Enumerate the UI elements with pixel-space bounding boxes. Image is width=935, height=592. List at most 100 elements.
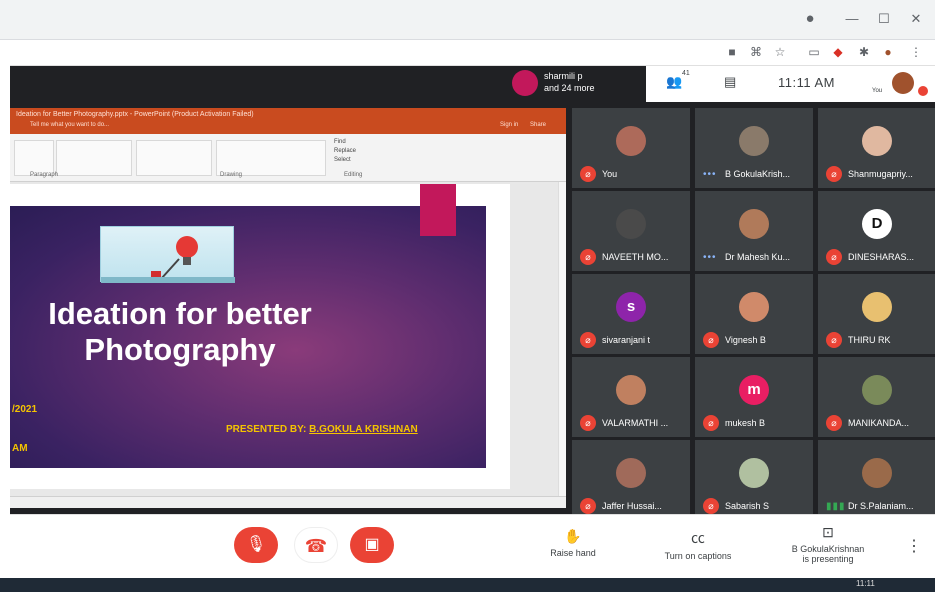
participant-avatar (616, 458, 646, 488)
ribbon-shapes-gallery[interactable] (136, 140, 212, 176)
tell-me-box[interactable]: Tell me what you want to do... (30, 122, 109, 128)
ribbon-font-group[interactable] (14, 140, 54, 176)
puzzle-icon[interactable]: ✱ (856, 44, 872, 60)
participants-summary[interactable]: sharmili p and 24 more (544, 70, 595, 94)
ribbon-paragraph-label: Paragraph (30, 172, 59, 178)
people-icon[interactable]: 👥 (666, 74, 682, 90)
presenter-name: B.GOKULA KRISHNAN (309, 424, 418, 435)
participants-summary-name: sharmili p (544, 71, 583, 81)
self-label: You (872, 88, 883, 94)
mic-off-icon: ⌀ (580, 332, 596, 348)
present-screen-icon: ⊡ (822, 524, 834, 540)
captions-icon: ㏄ (691, 530, 705, 546)
maximize-button[interactable]: ☐ (874, 10, 894, 28)
self-avatar[interactable] (892, 72, 914, 94)
leave-call-button[interactable]: ☎ (294, 527, 338, 563)
menu-icon[interactable]: ⋮ (908, 44, 924, 60)
participant-tile[interactable]: ⌀ MANIKANDA... (818, 357, 935, 437)
ribbon-arrange-group[interactable] (216, 140, 326, 176)
slide-scrollbar[interactable] (558, 182, 566, 496)
participant-avatar (616, 126, 646, 156)
share-button[interactable]: Share (530, 122, 546, 128)
presenting-status[interactable]: ⊡ B GokulaKrishnan is presenting (776, 524, 880, 564)
participant-name: Jaffer Hussai... (602, 501, 662, 511)
close-button[interactable]: ✕ (906, 10, 926, 28)
ribbon-editing-group[interactable]: Find Replace Select (334, 138, 356, 165)
participant-tile[interactable]: D ⌀ DINESHARAS... (818, 191, 935, 271)
participant-tile[interactable]: ⌀ THIRU RK (818, 274, 935, 354)
lightbulb-illustration-icon (101, 236, 235, 283)
shield-icon[interactable]: ◆ (830, 44, 846, 60)
tab-icon[interactable]: ▭ (806, 44, 822, 60)
participant-name: B GokulaKrish... (725, 169, 791, 179)
participants-summary-more: and 24 more (544, 83, 595, 93)
participant-name: Vignesh B (725, 335, 766, 345)
window-titlebar (0, 0, 935, 40)
participant-tile[interactable]: ••• Dr Mahesh Ku... (695, 191, 813, 271)
replace-button[interactable]: Replace (334, 147, 356, 156)
mic-off-icon: ⌀ (826, 249, 842, 265)
participant-tile[interactable]: ⌀ Sabarish S (695, 440, 813, 520)
browser-toolbar (10, 40, 935, 66)
camera-off-button[interactable]: ▣ (350, 527, 394, 563)
presenting-name: B GokulaKrishnan (791, 544, 865, 554)
os-taskbar (0, 578, 935, 592)
star-icon[interactable]: ☆ (772, 44, 788, 60)
minimize-button[interactable]: — (842, 10, 862, 28)
raise-hand-button[interactable]: ✋ Raise hand (540, 528, 606, 558)
video-off-icon: ▣ (364, 536, 380, 553)
select-button[interactable]: Select (334, 156, 356, 165)
profile-icon[interactable]: ● (880, 44, 896, 60)
mic-off-icon: ⌀ (826, 415, 842, 431)
hand-icon: ✋ (564, 528, 582, 544)
phone-hangup-icon: ☎ (304, 536, 328, 556)
captions-button[interactable]: ㏄ Turn on captions (650, 528, 746, 561)
participant-avatar (862, 458, 892, 488)
participant-tile[interactable]: ⌀ You (572, 108, 690, 188)
raise-hand-label: Raise hand (550, 548, 596, 558)
powerpoint-window-title: Ideation for Better Photography.pptx - P… (16, 111, 254, 118)
slide-title-line2: Photography (84, 332, 276, 367)
participant-name: VALARMATHI ... (602, 418, 669, 428)
slide-illustration (100, 226, 235, 283)
participant-avatar: s (616, 292, 646, 322)
grid-icon[interactable]: ⌘ (748, 44, 764, 60)
participant-tile[interactable]: m ⌀ mukesh B (695, 357, 813, 437)
slide-time: AM (12, 443, 28, 454)
participant-name: MANIKANDA... (848, 418, 910, 428)
more-options-button[interactable]: ⋮ (906, 536, 922, 556)
ribbon-editing-label: Editing (344, 172, 363, 178)
mic-off-icon: ⌀ (703, 498, 719, 514)
presented-by-label: PRESENTED BY: (226, 424, 310, 435)
participant-tile[interactable]: s ⌀ sivaranjani t (572, 274, 690, 354)
slide-accent-shape (420, 184, 456, 236)
powerpoint-statusbar (10, 496, 566, 508)
slide-title-line1: Ideation for better (48, 296, 312, 331)
sign-in-link[interactable]: Sign in (500, 122, 518, 128)
ribbon-paragraph-group[interactable] (56, 140, 132, 176)
mic-off-icon: ⌀ (703, 332, 719, 348)
participant-name: Dr Mahesh Ku... (725, 252, 791, 262)
participant-name: THIRU RK (848, 335, 891, 345)
participant-tile[interactable]: ⌀ VALARMATHI ... (572, 357, 690, 437)
participant-tile[interactable]: ▮▮▮ Dr S.Palaniam... (818, 440, 935, 520)
participant-tile[interactable]: ⌀ Jaffer Hussai... (572, 440, 690, 520)
participant-name: Shanmugapriy... (848, 169, 913, 179)
microphone-off-button[interactable]: 🎙 (234, 527, 278, 563)
participant-tile[interactable]: ••• B GokulaKrish... (695, 108, 813, 188)
participant-tile[interactable]: ⌀ Shanmugapriy... (818, 108, 935, 188)
mic-off-icon: ⌀ (580, 498, 596, 514)
chat-icon[interactable]: ▤ (724, 74, 736, 90)
ribbon-drawing-label: Drawing (220, 172, 243, 178)
participant-name: Dr S.Palaniam... (848, 501, 914, 511)
record-indicator-icon: ● (805, 10, 815, 27)
participant-tile[interactable]: ⌀ NAVEETH MO... (572, 191, 690, 271)
speaking-indicator-icon: ▮▮▮ (826, 501, 846, 512)
participant-tile[interactable]: ⌀ Vignesh B (695, 274, 813, 354)
self-mic-off-icon (918, 86, 928, 96)
find-button[interactable]: Find (334, 138, 356, 147)
camera-icon[interactable]: ■ (724, 44, 740, 60)
participant-avatar (616, 375, 646, 405)
mic-off-icon: ⌀ (703, 415, 719, 431)
taskbar-clock: 11:11 (856, 579, 875, 588)
